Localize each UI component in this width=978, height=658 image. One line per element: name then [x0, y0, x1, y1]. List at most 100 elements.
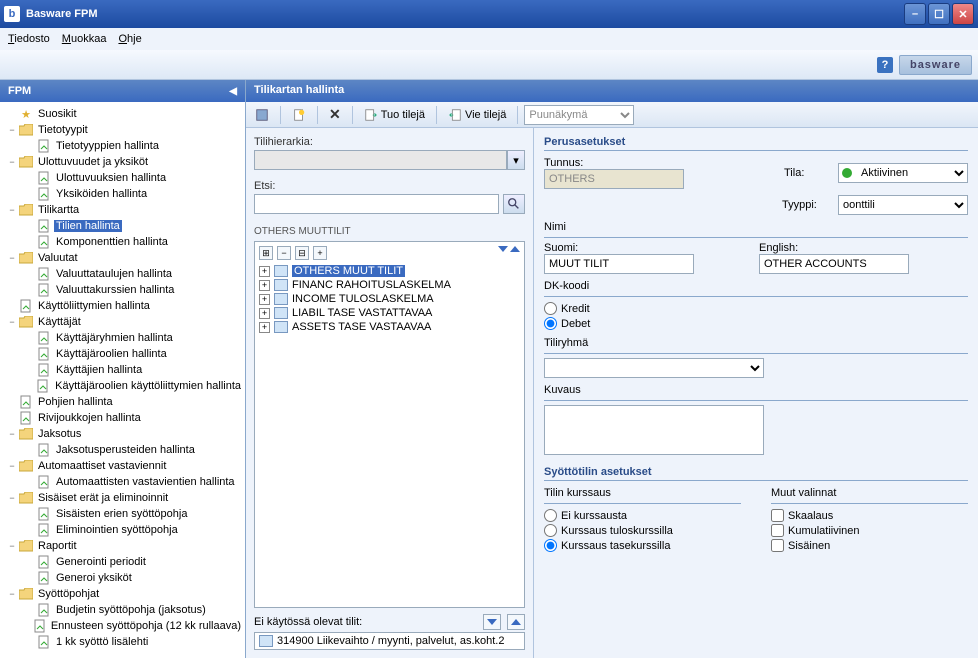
sidebar-item[interactable]: ★Suosikit: [2, 106, 243, 122]
menu-help[interactable]: Ohje: [118, 33, 141, 45]
sidebar-item[interactable]: Käyttäjäroolien käyttöliittymien hallint…: [2, 378, 243, 394]
sidebar-collapse-icon[interactable]: ◀: [229, 86, 237, 97]
tree-collapse-1[interactable]: −: [277, 246, 291, 260]
tree-toggle[interactable]: −: [6, 541, 18, 551]
folder-icon: [18, 123, 34, 137]
account-tree-node[interactable]: +FINANC RAHOITUSLASKELMA: [259, 278, 520, 292]
sidebar-item[interactable]: Automaattisten vastavientien hallinta: [2, 474, 243, 490]
menu-file[interactable]: Tiedosto: [8, 33, 50, 45]
debet-radio[interactable]: [544, 317, 557, 330]
cumulative-checkbox[interactable]: [771, 524, 784, 537]
sidebar-item[interactable]: Tilien hallinta: [2, 218, 243, 234]
status-select[interactable]: Aktiivinen: [838, 163, 968, 183]
sidebar-item[interactable]: Budjetin syöttöpohja (jaksotus): [2, 602, 243, 618]
tree-collapse-2[interactable]: ⊟: [295, 246, 309, 260]
sidebar-item[interactable]: Generointi periodit: [2, 554, 243, 570]
unused-down-icon[interactable]: [483, 614, 501, 630]
expand-icon[interactable]: +: [259, 280, 270, 291]
hierarchy-select[interactable]: ▾: [254, 150, 525, 170]
sidebar-item[interactable]: Eliminointien syöttöpohja: [2, 522, 243, 538]
sidebar-item[interactable]: Käyttäjien hallinta: [2, 362, 243, 378]
sidebar-item[interactable]: −Automaattiset vastaviennit: [2, 458, 243, 474]
tree-toggle[interactable]: −: [6, 157, 18, 167]
scaling-checkbox[interactable]: [771, 509, 784, 522]
brand-logo[interactable]: basware: [899, 55, 972, 75]
sidebar-item[interactable]: Valuuttataulujen hallinta: [2, 266, 243, 282]
sidebar-item[interactable]: Pohjien hallinta: [2, 394, 243, 410]
sidebar-item[interactable]: −Raportit: [2, 538, 243, 554]
sidebar-item[interactable]: Yksiköiden hallinta: [2, 186, 243, 202]
sidebar-item[interactable]: 1 kk syöttö lisälehti: [2, 634, 243, 650]
tree-toggle[interactable]: −: [6, 317, 18, 327]
tree-toggle[interactable]: −: [6, 589, 18, 599]
minimize-button[interactable]: –: [904, 3, 926, 25]
menu-edit[interactable]: Muokkaa: [62, 33, 107, 45]
rate-none-radio[interactable]: [544, 509, 557, 522]
tree-toggle[interactable]: −: [6, 461, 18, 471]
tree-toggle[interactable]: −: [6, 125, 18, 135]
sidebar-item[interactable]: Ennusteen syöttöpohja (12 kk rullaava): [2, 618, 243, 634]
sidebar-item[interactable]: −Ulottuvuudet ja yksiköt: [2, 154, 243, 170]
sidebar-item[interactable]: −Syöttöpohjat: [2, 586, 243, 602]
sidebar-item[interactable]: −Käyttäjät: [2, 314, 243, 330]
view-select[interactable]: Puunäkymä: [524, 105, 634, 125]
tree-item-label: Sisäiset erät ja eliminoinnit: [36, 492, 170, 504]
expand-icon[interactable]: +: [259, 294, 270, 305]
account-tree[interactable]: ⊞ − ⊟ + +OTHERS MUUT TILIT+FINANC RAHOIT…: [254, 241, 525, 608]
tree-expand-all[interactable]: ⊞: [259, 246, 273, 260]
account-group-select[interactable]: [544, 358, 764, 378]
sidebar-item[interactable]: Valuuttakurssien hallinta: [2, 282, 243, 298]
rate-balance-radio[interactable]: [544, 539, 557, 552]
tree-move-down-icon[interactable]: [498, 246, 508, 252]
close-button[interactable]: ✕: [952, 3, 974, 25]
new-button[interactable]: [287, 105, 311, 125]
account-tree-node[interactable]: +OTHERS MUUT TILIT: [259, 264, 520, 278]
sidebar-item[interactable]: Käyttäjäryhmien hallinta: [2, 330, 243, 346]
type-select[interactable]: oonttili: [838, 195, 968, 215]
sidebar-item[interactable]: Sisäisten erien syöttöpohja: [2, 506, 243, 522]
rate-result-radio[interactable]: [544, 524, 557, 537]
sidebar-item[interactable]: Jaksotusperusteiden hallinta: [2, 442, 243, 458]
help-icon[interactable]: ?: [877, 57, 893, 73]
account-tree-node[interactable]: +LIABIL TASE VASTATTAVAA: [259, 306, 520, 320]
sidebar-item[interactable]: Käyttäjäroolien hallinta: [2, 346, 243, 362]
description-field[interactable]: [544, 405, 764, 455]
sidebar-item[interactable]: Ulottuvuuksien hallinta: [2, 170, 243, 186]
tree-move-up-icon[interactable]: [510, 246, 520, 252]
search-button[interactable]: [503, 194, 525, 214]
sidebar-item[interactable]: −Valuutat: [2, 250, 243, 266]
sidebar-item[interactable]: −Jaksotus: [2, 426, 243, 442]
unused-up-icon[interactable]: [507, 614, 525, 630]
tree-toggle[interactable]: −: [6, 253, 18, 263]
import-accounts-button[interactable]: Tuo tilejä: [359, 105, 430, 125]
sidebar-item[interactable]: Rivijoukkojen hallinta: [2, 410, 243, 426]
sidebar-item[interactable]: Generoi yksiköt: [2, 570, 243, 586]
account-tree-node[interactable]: +INCOME TULOSLASKELMA: [259, 292, 520, 306]
export-accounts-button[interactable]: Vie tilejä: [443, 105, 511, 125]
expand-icon[interactable]: +: [259, 308, 270, 319]
unused-list[interactable]: 314900 Liikevaihto / myynti, palvelut, a…: [254, 632, 525, 650]
sidebar-item[interactable]: Käyttöliittymien hallinta: [2, 298, 243, 314]
kredit-radio[interactable]: [544, 302, 557, 315]
tree-toggle[interactable]: −: [6, 493, 18, 503]
search-input[interactable]: [254, 194, 499, 214]
tree-toggle[interactable]: −: [6, 205, 18, 215]
name-en-field[interactable]: [759, 254, 909, 274]
tree-expand-1[interactable]: +: [313, 246, 327, 260]
unused-item[interactable]: 314900 Liikevaihto / myynti, palvelut, a…: [277, 635, 504, 647]
maximize-button[interactable]: ☐: [928, 3, 950, 25]
name-fi-field[interactable]: [544, 254, 694, 274]
internal-checkbox[interactable]: [771, 539, 784, 552]
delete-button[interactable]: ✕: [324, 103, 346, 126]
save-button[interactable]: [250, 105, 274, 125]
tree-toggle[interactable]: −: [6, 429, 18, 439]
expand-icon[interactable]: +: [259, 322, 270, 333]
sidebar-item[interactable]: −Tilikartta: [2, 202, 243, 218]
sidebar-item[interactable]: −Tietotyypit: [2, 122, 243, 138]
sidebar-item[interactable]: Komponenttien hallinta: [2, 234, 243, 250]
sidebar-item[interactable]: − Sisäiset erät ja eliminoinnit: [2, 490, 243, 506]
account-tree-node[interactable]: +ASSETS TASE VASTAAVAA: [259, 320, 520, 334]
expand-icon[interactable]: +: [259, 266, 270, 277]
sidebar-tree[interactable]: ★Suosikit−TietotyypitTietotyyppien halli…: [0, 102, 245, 658]
sidebar-item[interactable]: Tietotyyppien hallinta: [2, 138, 243, 154]
